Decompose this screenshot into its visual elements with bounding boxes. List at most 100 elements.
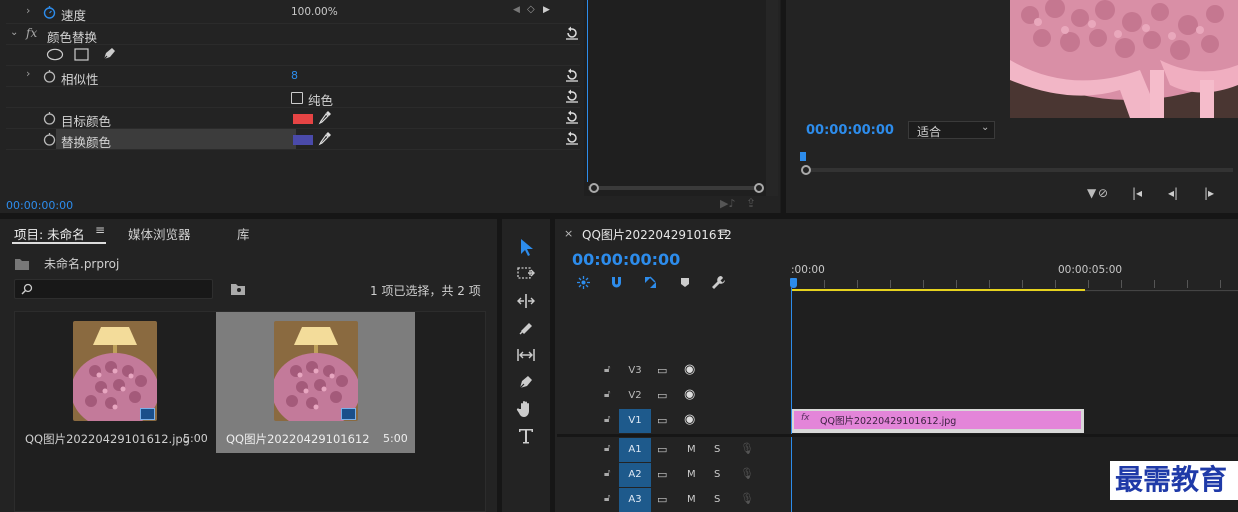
lock-icon[interactable]: 🔓︎ (604, 364, 610, 375)
mute-button[interactable]: M (687, 444, 696, 455)
timeline-timecode[interactable]: 00:00:00:00 (572, 250, 680, 269)
next-keyframe-icon[interactable]: ▶ (543, 5, 550, 15)
tab-menu-icon[interactable]: ≡ (95, 223, 105, 237)
search-field[interactable] (14, 279, 213, 299)
tab-project[interactable]: 项目: 未命名 (14, 224, 85, 243)
add-marker-icon[interactable] (680, 277, 690, 288)
hand-tool-icon[interactable] (516, 399, 536, 419)
eye-icon[interactable]: ◉ (684, 362, 695, 377)
mute-button[interactable]: M (687, 494, 696, 505)
ec-zoom-bar[interactable] (588, 186, 760, 190)
tab-media-browser[interactable]: 媒体浏览器 (128, 224, 191, 243)
stopwatch-icon[interactable] (43, 132, 56, 146)
eye-icon[interactable]: ◉ (684, 412, 695, 427)
sequence-tab[interactable]: QQ图片20220429101612 (582, 226, 732, 243)
step-back-icon[interactable]: ◂| (1168, 186, 1178, 200)
ripple-edit-tool-icon[interactable] (516, 291, 536, 311)
track-label-a2[interactable]: A2 (619, 463, 651, 487)
add-keyframe-icon[interactable]: ◇ (527, 4, 535, 15)
timeline-clip[interactable]: fx QQ图片20220429101612.jpg (792, 409, 1084, 433)
lock-icon[interactable]: 🔓︎ (604, 389, 610, 400)
rectangle-mask-icon[interactable] (74, 48, 89, 61)
program-scroll-bar[interactable] (805, 168, 1233, 172)
sync-lock-icon[interactable]: ▭ (657, 364, 667, 377)
search-input[interactable] (37, 281, 207, 297)
snap-icon[interactable] (609, 275, 624, 290)
track-label-v2[interactable]: V2 (619, 384, 651, 408)
video-audio-divider[interactable] (557, 434, 1238, 437)
type-tool-icon[interactable] (516, 426, 536, 446)
solo-button[interactable]: S (714, 494, 720, 505)
step-forward-icon[interactable]: |▸ (1204, 186, 1214, 200)
track-label-v3[interactable]: V3 (619, 359, 651, 383)
timeline-playhead-handle[interactable] (790, 278, 797, 288)
prev-keyframe-icon[interactable]: ◀ (513, 5, 520, 15)
add-marker-icon[interactable]: ▼ (1087, 186, 1096, 200)
target-color-swatch[interactable] (293, 114, 313, 124)
lock-icon[interactable]: 🔓︎ (604, 414, 610, 425)
eyedropper-icon[interactable] (318, 110, 332, 126)
reset-icon[interactable] (565, 89, 579, 103)
close-icon[interactable]: × (564, 227, 573, 240)
reset-icon[interactable] (565, 131, 579, 145)
program-ruler[interactable] (800, 150, 1230, 162)
track-select-tool-icon[interactable] (516, 264, 536, 284)
solid-color-checkbox[interactable] (291, 92, 303, 104)
pen-tool-icon[interactable] (516, 372, 536, 392)
project-item-selected[interactable]: QQ图片20220429101612 5:00 (216, 312, 415, 453)
item-thumbnail[interactable] (73, 321, 157, 421)
razor-tool-icon[interactable] (516, 318, 536, 338)
tab-library[interactable]: 库 (237, 224, 250, 243)
speed-value[interactable]: 100.00% (291, 6, 338, 18)
link-icon[interactable]: ⊘ (1098, 186, 1108, 200)
sync-lock-icon[interactable]: ▭ (657, 493, 667, 506)
reset-icon[interactable] (565, 26, 579, 40)
slip-tool-icon[interactable] (516, 345, 536, 365)
sync-lock-icon[interactable]: ▭ (657, 414, 667, 427)
wrench-icon[interactable] (711, 275, 726, 290)
timeline-ruler[interactable] (791, 280, 1238, 288)
program-scroll-handle[interactable] (801, 165, 811, 175)
project-item[interactable]: QQ图片20220429101612.jpg 5:00 (15, 312, 215, 453)
similarity-value[interactable]: 8 (291, 69, 298, 82)
microphone-icon[interactable]: 🎙︎ (740, 442, 754, 455)
clip-body[interactable]: fx QQ图片20220429101612.jpg (794, 411, 1081, 429)
stopwatch-icon[interactable] (43, 69, 56, 83)
nest-icon[interactable] (576, 275, 591, 290)
track-label-v1[interactable]: V1 (619, 409, 651, 433)
go-to-in-icon[interactable]: |◂ (1132, 186, 1142, 200)
replace-color-swatch[interactable] (293, 135, 313, 145)
find-bin-icon[interactable] (230, 282, 246, 296)
mute-button[interactable]: M (687, 469, 696, 480)
solo-button[interactable]: S (714, 469, 720, 480)
chevron-right-icon[interactable]: › (26, 67, 30, 80)
program-playhead-marker[interactable] (800, 152, 806, 161)
track-label-a3[interactable]: A3 (619, 488, 651, 512)
lock-icon[interactable]: 🔓︎ (604, 493, 610, 504)
linked-selection-icon[interactable] (643, 275, 658, 290)
track-label-a1[interactable]: A1 (619, 438, 651, 462)
lock-icon[interactable]: 🔓︎ (604, 468, 610, 479)
selection-tool-icon[interactable] (516, 237, 536, 257)
program-timecode[interactable]: 00:00:00:00 (806, 123, 894, 138)
solo-button[interactable]: S (714, 444, 720, 455)
play-audio-icon[interactable]: ▶♪ (720, 197, 735, 210)
chevron-down-icon[interactable]: ⌄ (10, 27, 18, 38)
ellipse-mask-icon[interactable] (46, 48, 64, 61)
ec-zoom-handle-right[interactable] (754, 183, 764, 193)
pen-mask-icon[interactable] (101, 46, 117, 62)
ec-scroll-track[interactable] (766, 0, 778, 196)
work-area-bar[interactable] (791, 289, 1085, 291)
stopwatch-icon[interactable] (43, 5, 56, 19)
eye-icon[interactable]: ◉ (684, 387, 695, 402)
item-thumbnail[interactable] (274, 321, 358, 421)
sequence-menu-icon[interactable]: ≡ (718, 225, 728, 239)
reset-icon[interactable] (565, 68, 579, 82)
ec-timecode[interactable]: 00:00:00:00 (6, 199, 73, 212)
sync-lock-icon[interactable]: ▭ (657, 443, 667, 456)
ec-zoom-handle-left[interactable] (589, 183, 599, 193)
microphone-icon[interactable]: 🎙︎ (740, 467, 754, 480)
eyedropper-icon[interactable] (318, 131, 332, 147)
microphone-icon[interactable]: 🎙︎ (740, 492, 754, 505)
reset-icon[interactable] (565, 110, 579, 124)
